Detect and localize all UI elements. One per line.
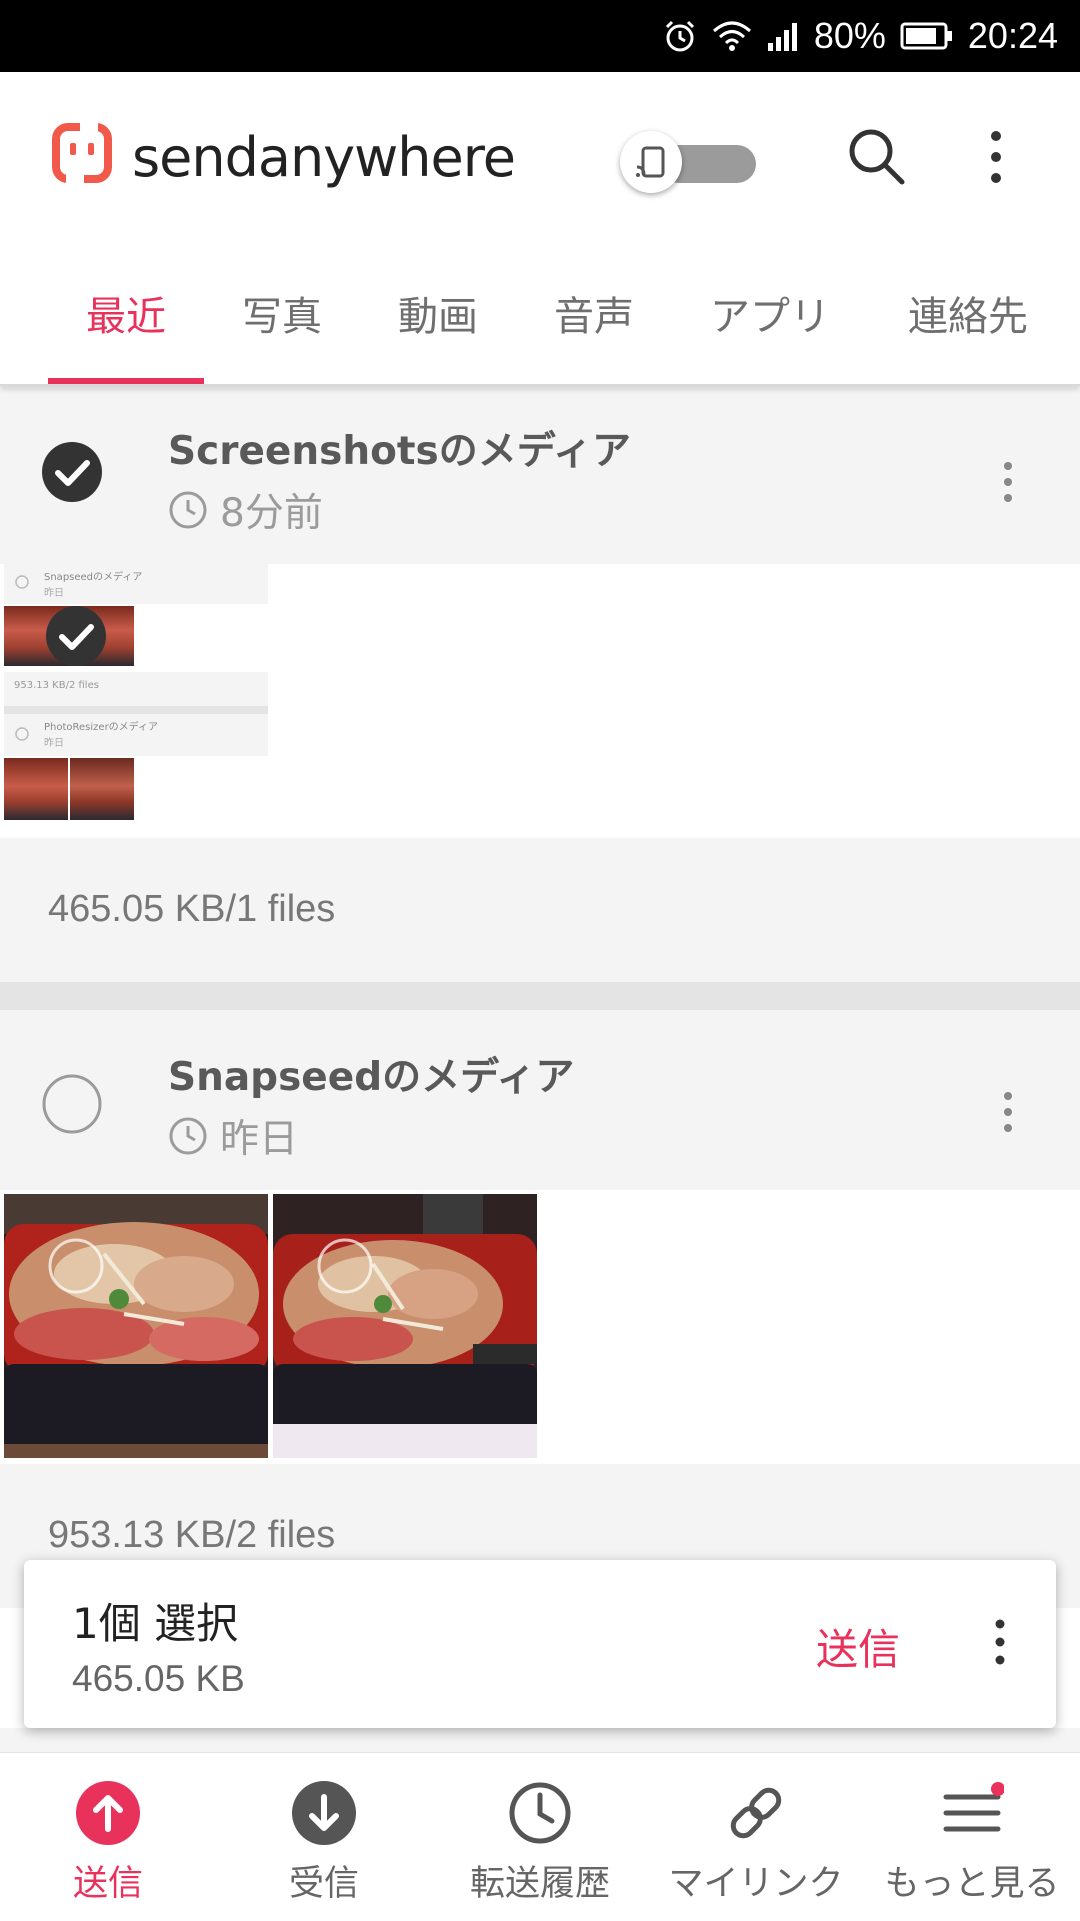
food-photo-image [273,1194,537,1458]
media-thumbnail[interactable] [4,1194,268,1458]
status-bar: 80% 20:24 [0,0,1080,72]
nav-my-link[interactable]: マイリンク [648,1753,864,1921]
selection-bar: 1個 選択 465.05 KB 送信 [24,1560,1056,1728]
more-vertical-icon [991,131,1001,183]
battery-icon [900,22,954,50]
clock-icon [169,491,207,529]
logo-text: sendanywhere [132,125,516,189]
mini-files: 953.13 KB/2 files [14,680,99,691]
link-icon [730,1787,782,1839]
cast-icon [620,131,682,193]
tab-recent[interactable]: 最近 [48,242,204,384]
media-thumbnail[interactable] [273,1194,537,1458]
app-logo: sendanywhere [50,119,516,195]
overflow-menu-button[interactable] [970,122,1022,192]
group-select-checkbox[interactable] [40,1072,104,1136]
more-vertical-icon [995,1619,1005,1665]
tab-audio[interactable]: 音声 [516,242,672,384]
food-photo-image [4,1194,268,1458]
group-files-summary: 465.05 KB/1 files [0,838,1080,982]
mini-time: 昨日 [44,588,64,599]
unchecked-circle-icon [42,1074,102,1134]
wifi-icon [712,19,752,53]
group-divider [0,982,1080,1010]
menu-icon [943,1782,1004,1832]
more-vertical-icon [1004,1092,1012,1132]
mini-title: Snapseedのメディア [44,572,143,583]
upload-icon [76,1781,140,1845]
tab-apps[interactable]: アプリ [688,242,852,384]
group-more-button[interactable] [990,1082,1026,1142]
group-select-checkbox[interactable] [40,440,104,504]
search-button[interactable] [842,122,912,192]
group-title: Screenshotsのメディア [168,429,632,474]
selection-more-button[interactable] [982,1612,1018,1672]
group-more-button[interactable] [990,452,1026,512]
more-vertical-icon [1004,462,1012,502]
nav-history[interactable]: 転送履歴 [432,1753,648,1921]
checked-circle-icon [42,442,102,502]
files-size-text: 953.13 KB/2 files [48,1514,336,1556]
category-tabs: 最近 写真 動画 音声 アプリ 連絡先 [0,242,1080,386]
selected-count: 1個 選択 [72,1599,239,1648]
download-icon [292,1781,356,1845]
tab-contacts[interactable]: 連絡先 [876,242,1060,384]
search-icon [849,129,905,185]
app-header: sendanywhere [0,72,1080,242]
tab-indicator [48,378,204,384]
selected-size: 465.05 KB [72,1658,245,1699]
device-mode-toggle[interactable] [620,128,760,198]
send-button[interactable]: 送信 [816,1616,900,1677]
sendanywhere-logo-icon [52,121,112,185]
group-header[interactable]: Snapseedのメディア 昨日 [0,1010,1080,1190]
nav-receive[interactable]: 受信 [216,1753,432,1921]
group-header[interactable]: Screenshotsのメディア 8分前 [0,384,1080,564]
mini-time: 昨日 [44,738,64,749]
checked-circle-icon [46,606,106,666]
files-size-text: 465.05 KB/1 files [48,888,336,930]
tab-photos[interactable]: 写真 [204,242,360,384]
tab-videos[interactable]: 動画 [360,242,516,384]
history-icon [509,1782,571,1844]
battery-percent: 80% [813,15,886,56]
clock-time: 20:24 [967,15,1058,56]
signal-icon [766,21,800,51]
nav-more[interactable]: もっと見る [864,1753,1080,1921]
group-time: 昨日 [168,1108,298,1164]
alarm-icon [662,18,698,54]
next-group-peek [0,1728,1080,1752]
nav-send[interactable]: 送信 [0,1753,216,1921]
bottom-navigation: 送信 受信 転送履歴 マイリンク もっと見る [0,1752,1080,1921]
group-title: Snapseedのメディア [168,1055,575,1100]
mini-title: PhotoResizerのメディア [44,722,158,733]
group-time: 8分前 [168,482,323,538]
clock-icon [169,1117,207,1155]
media-thumbnail[interactable]: Snapseedのメディア 昨日 953.13 KB/2 files Photo… [4,564,268,828]
